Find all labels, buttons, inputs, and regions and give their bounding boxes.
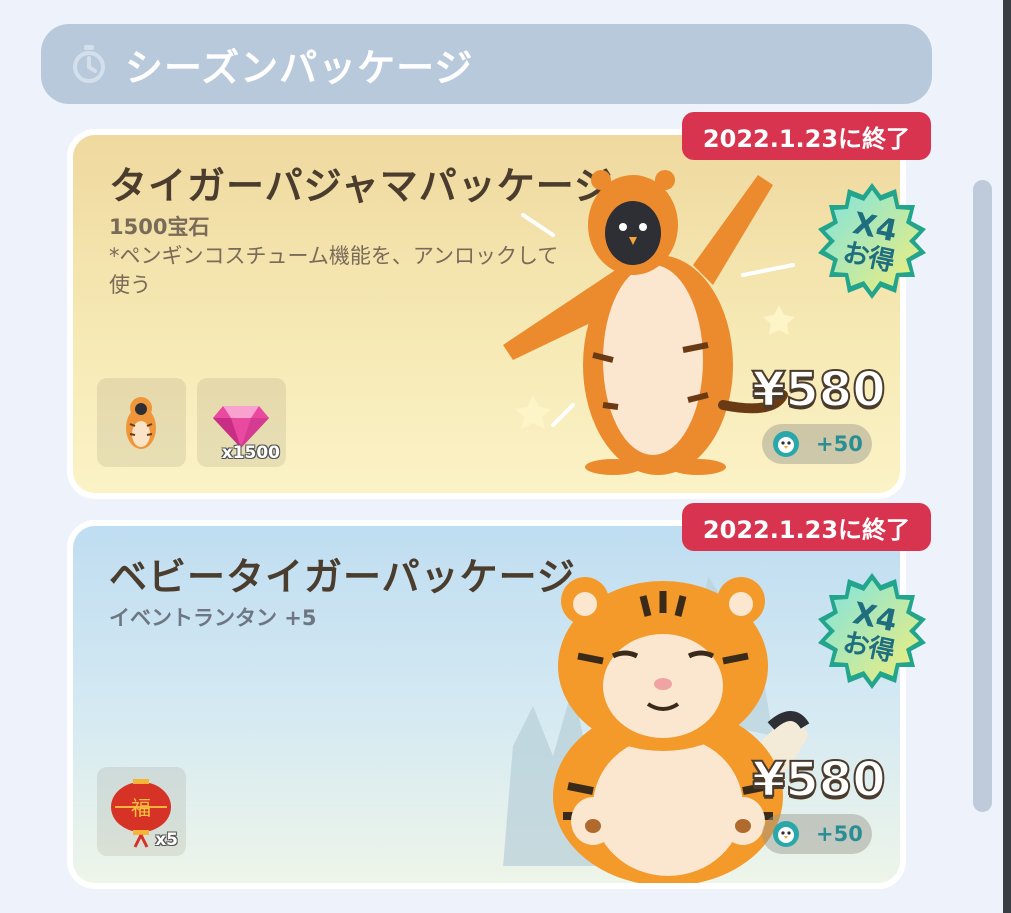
gem-quantity: x1500 xyxy=(221,443,280,463)
value-badge: X4 お得 xyxy=(811,571,933,693)
season-header: シーズンパッケージ xyxy=(41,24,932,104)
scrollbar[interactable] xyxy=(973,180,992,812)
bonus-points: +50 xyxy=(762,424,872,464)
reward-item-costume[interactable] xyxy=(97,378,186,467)
penguin-coin-icon xyxy=(773,431,799,457)
deadline-badge: 2022.1.23に終了 xyxy=(682,112,931,160)
stopwatch-icon xyxy=(73,45,105,83)
bonus-value: +50 xyxy=(816,822,863,846)
penguin-coin-icon xyxy=(773,821,799,847)
value-badge: X4 お得 xyxy=(811,181,933,303)
season-panel: シーズンパッケージ タイガーパジャマパッケージ 1500宝石 *ペンギンコスチュ… xyxy=(0,0,1003,913)
price-button[interactable]: ¥580 xyxy=(751,751,887,809)
deadline-badge: 2022.1.23に終了 xyxy=(682,503,931,551)
reward-item-lantern[interactable]: 福 x5 xyxy=(97,767,186,856)
bonus-value: +50 xyxy=(816,432,863,456)
package-desc-note-cont: 使う xyxy=(109,273,151,297)
bonus-points: +50 xyxy=(762,814,872,854)
window-edge xyxy=(1003,0,1011,913)
package-desc-gems: 1500宝石 xyxy=(109,215,210,239)
lantern-quantity: x5 xyxy=(155,830,178,850)
season-title: シーズンパッケージ xyxy=(125,45,474,90)
package-desc-note: *ペンギンコスチューム機能を、アンロックして xyxy=(109,244,559,268)
tiger-costume-icon xyxy=(126,397,156,449)
svg-text:福: 福 xyxy=(131,796,151,820)
reward-item-gems[interactable]: x1500 xyxy=(197,378,286,467)
price-button[interactable]: ¥580 xyxy=(751,361,887,419)
package-desc-lantern: イベントランタン +5 xyxy=(109,606,317,630)
